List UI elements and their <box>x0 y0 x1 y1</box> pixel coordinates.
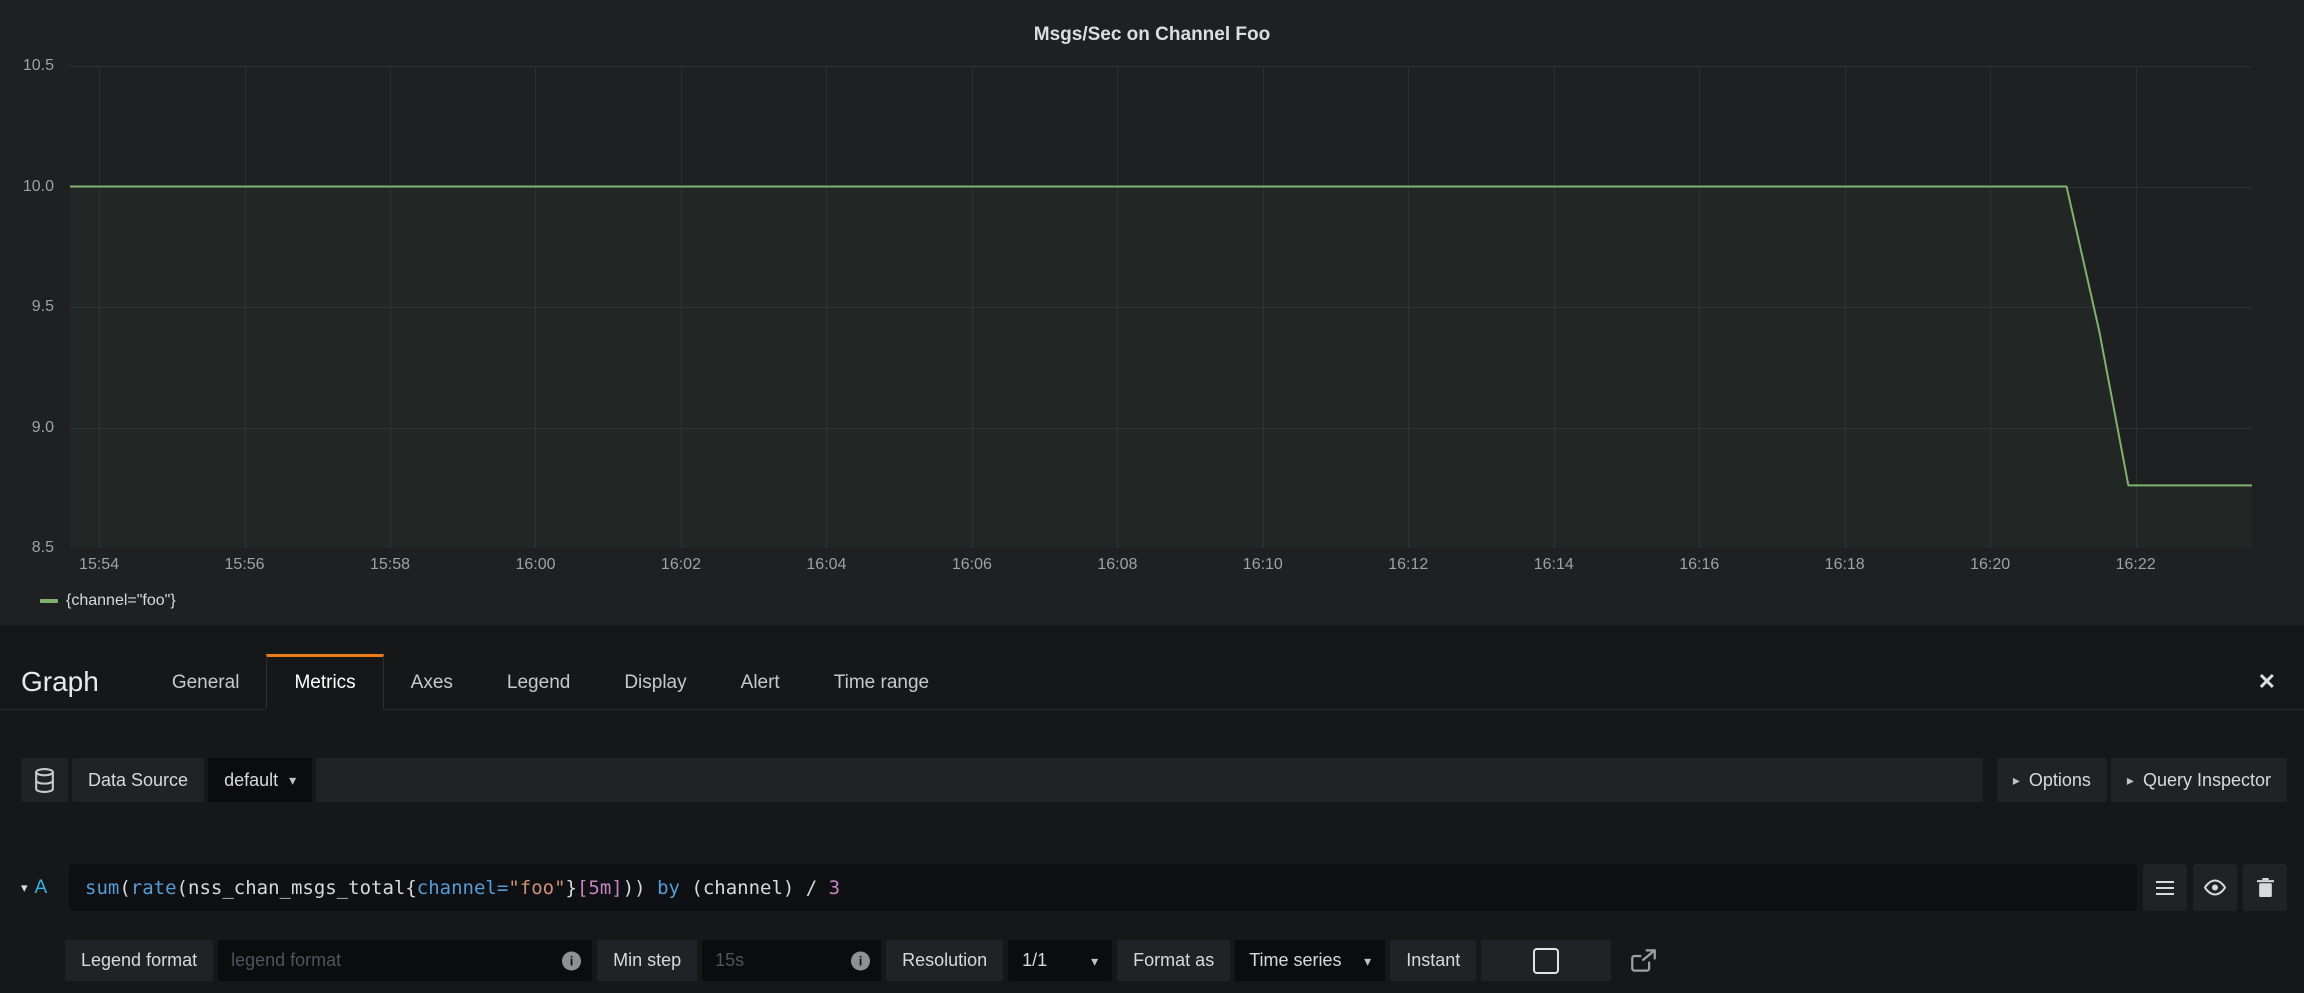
x-tick-label: 16:04 <box>806 556 846 574</box>
chart-svg <box>70 66 2252 548</box>
info-icon[interactable]: i <box>851 951 870 970</box>
x-tick-label: 16:02 <box>661 556 701 574</box>
grafana-panel-editor: Msgs/Sec on Channel Foo 8.5 9.0 9.5 10.0 10.… <box>0 0 2304 993</box>
min-step-input-wrap: i <box>702 940 881 981</box>
caret-down-icon: ▾ <box>1364 954 1371 968</box>
plot-area[interactable] <box>70 66 2252 548</box>
datasource-row: Data Source default ▾ ▸ Options ▸ Query … <box>21 758 2287 802</box>
resolution-select[interactable]: 1/1 ▾ <box>1008 940 1112 981</box>
tab-general[interactable]: General <box>145 654 267 710</box>
instant-switch-cell <box>1481 940 1611 981</box>
y-tick-label: 9.0 <box>32 419 54 437</box>
external-link-icon <box>1630 948 1657 973</box>
resolution-label: Resolution <box>886 940 1003 981</box>
y-tick-label: 10.0 <box>23 178 54 196</box>
tab-bar: GeneralMetricsAxesLegendDisplayAlertTime… <box>145 654 956 709</box>
legend-series-label: {channel="foo"} <box>66 592 176 610</box>
x-tick-label: 15:56 <box>225 556 265 574</box>
query-text: sum(rate(nss_chan_msgs_total{channel="fo… <box>85 877 840 899</box>
x-tick-label: 15:58 <box>370 556 410 574</box>
datasource-select[interactable]: default ▾ <box>208 758 312 802</box>
x-tick-label: 16:22 <box>2116 556 2156 574</box>
x-tick-label: 16:16 <box>1679 556 1719 574</box>
share-query-button[interactable] <box>1616 940 1670 981</box>
caret-right-icon: ▸ <box>2127 773 2134 787</box>
panel-editor-header: Graph GeneralMetricsAxesLegendDisplayAle… <box>0 654 2304 710</box>
toggle-query-visibility-button[interactable] <box>2193 864 2237 911</box>
options-button[interactable]: ▸ Options <box>1997 758 2107 802</box>
x-tick-label: 16:20 <box>1970 556 2010 574</box>
menu-icon <box>2156 887 2174 889</box>
legend-format-input-wrap: i <box>218 940 592 981</box>
x-tick-label: 16:08 <box>1097 556 1137 574</box>
datasource-row-filler <box>316 758 1983 802</box>
query-ref-id: A <box>35 877 48 899</box>
x-tick-label: 16:14 <box>1534 556 1574 574</box>
close-icon: ✕ <box>2258 669 2276 694</box>
delete-query-button[interactable] <box>2243 864 2287 911</box>
eye-icon <box>2203 879 2227 896</box>
x-tick-label: 16:12 <box>1388 556 1428 574</box>
caret-right-icon: ▸ <box>2013 773 2020 787</box>
y-axis-labels: 8.59.09.510.010.5 <box>0 66 62 548</box>
format-as-value: Time series <box>1249 950 1341 971</box>
query-collapse-toggle[interactable]: ▾ A <box>21 864 63 911</box>
x-tick-label: 16:00 <box>515 556 555 574</box>
x-tick-label: 16:06 <box>952 556 992 574</box>
legend-format-label: Legend format <box>65 940 213 981</box>
format-as-select[interactable]: Time series ▾ <box>1235 940 1385 981</box>
caret-down-icon: ▾ <box>289 773 296 787</box>
editor-title: Graph <box>0 666 145 698</box>
graph-panel: Msgs/Sec on Channel Foo 8.5 9.0 9.5 10.0 10.… <box>0 0 2304 625</box>
y-tick-label: 8.5 <box>32 539 54 557</box>
y-tick-label: 9.5 <box>32 298 54 316</box>
query-menu-button[interactable] <box>2143 864 2187 911</box>
x-tick-label: 15:54 <box>79 556 119 574</box>
x-tick-label: 16:18 <box>1825 556 1865 574</box>
tab-legend[interactable]: Legend <box>480 654 597 710</box>
format-as-label: Format as <box>1117 940 1230 981</box>
resolution-value: 1/1 <box>1022 950 1047 971</box>
datasource-icon-cell <box>21 758 68 802</box>
x-axis-labels: 15:54 15:56 15:58 16:00 16:02 16:04 16:06 16:08… <box>70 556 2252 580</box>
trash-icon <box>2257 878 2274 897</box>
tab-metrics[interactable]: Metrics <box>266 654 383 710</box>
min-step-label: Min step <box>597 940 697 981</box>
tab-time-range[interactable]: Time range <box>807 654 956 710</box>
legend-format-input[interactable] <box>218 940 592 981</box>
tab-alert[interactable]: Alert <box>714 654 807 710</box>
y-tick-label: 10.5 <box>23 57 54 75</box>
legend-series-swatch <box>40 599 58 603</box>
query-row: ▾ A sum(rate(nss_chan_msgs_total{channel… <box>21 864 2287 911</box>
query-inspector-button-label: Query Inspector <box>2143 770 2271 791</box>
database-icon <box>34 768 55 793</box>
caret-down-icon: ▾ <box>1091 954 1098 968</box>
tab-axes[interactable]: Axes <box>384 654 480 710</box>
tab-display[interactable]: Display <box>597 654 713 710</box>
spacer <box>1987 758 1993 802</box>
info-icon[interactable]: i <box>562 951 581 970</box>
panel-title: Msgs/Sec on Channel Foo <box>0 24 2304 46</box>
instant-checkbox[interactable] <box>1533 948 1559 974</box>
x-tick-label: 16:10 <box>1243 556 1283 574</box>
datasource-label: Data Source <box>72 758 204 802</box>
query-expression-input[interactable]: sum(rate(nss_chan_msgs_total{channel="fo… <box>69 864 2137 911</box>
caret-down-icon: ▾ <box>21 881 28 894</box>
close-editor-button[interactable]: ✕ <box>2230 671 2304 693</box>
instant-label: Instant <box>1390 940 1476 981</box>
query-inspector-button[interactable]: ▸ Query Inspector <box>2111 758 2287 802</box>
query-options-row: Legend format i Min step i Resolution 1/… <box>65 940 1670 981</box>
graph-legend: {channel="foo"} <box>40 592 176 610</box>
datasource-value: default <box>224 770 278 791</box>
legend-item[interactable]: {channel="foo"} <box>40 592 176 610</box>
options-button-label: Options <box>2029 770 2091 791</box>
